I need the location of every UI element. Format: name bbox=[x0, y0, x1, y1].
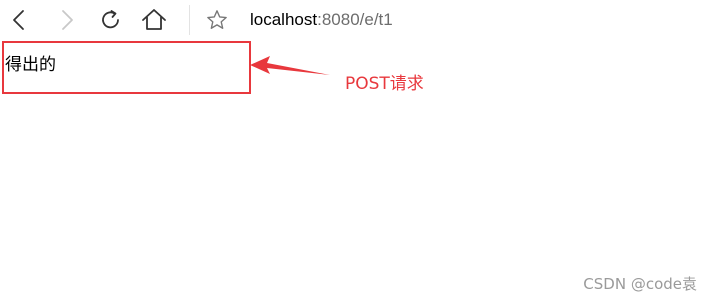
address-bar[interactable]: localhost:8080/e/t1 bbox=[250, 9, 393, 31]
home-icon[interactable] bbox=[140, 6, 168, 34]
forward-icon[interactable] bbox=[52, 6, 80, 34]
annotation-arrow bbox=[250, 56, 330, 75]
annotation-label: POST请求 bbox=[345, 74, 424, 94]
page-body-text: 得出的 bbox=[5, 55, 56, 75]
back-icon[interactable] bbox=[6, 6, 34, 34]
browser-toolbar: localhost:8080/e/t1 bbox=[0, 0, 711, 40]
address-path: :8080/e/t1 bbox=[317, 10, 393, 29]
watermark: CSDN @code袁 bbox=[583, 275, 697, 293]
address-host: localhost bbox=[250, 10, 318, 29]
toolbar-divider bbox=[189, 5, 190, 35]
star-icon[interactable] bbox=[203, 6, 231, 34]
reload-icon[interactable] bbox=[97, 6, 125, 34]
